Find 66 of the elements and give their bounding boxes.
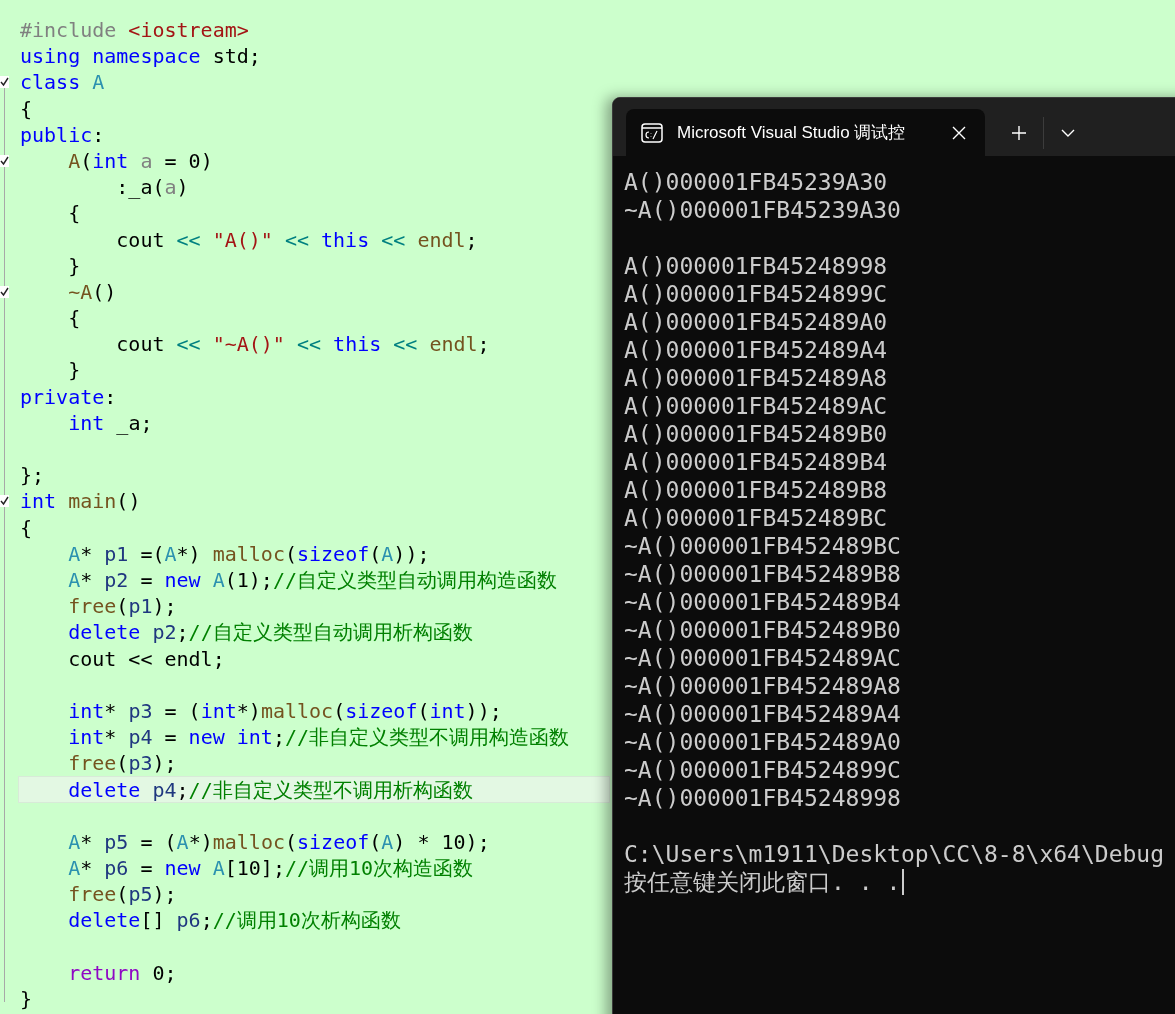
code-line: int* p3 = (int*)malloc(sizeof(int));: [67, 697, 502, 725]
code-line: using namespace std;: [20, 43, 261, 70]
output-line: ~A()000001FB452489A8: [624, 672, 901, 700]
output-line: A()000001FB452489A4: [624, 336, 888, 364]
output-line: 按任意键关闭此窗口. . .: [624, 868, 901, 896]
code-line: A* p6 = new A[10];//调用10次构造函数: [67, 855, 474, 882]
code-line: }: [67, 357, 81, 384]
output-line: A()000001FB45239A30: [624, 168, 888, 196]
code-line: return 0;: [67, 959, 177, 986]
collapse-icon[interactable]: [0, 155, 9, 168]
output-line: A()000001FB4524899C: [624, 280, 888, 308]
output-line: A()000001FB452489AC: [624, 392, 888, 420]
close-icon: [951, 124, 967, 141]
code-line: free(p5);: [67, 881, 177, 908]
code-line: free(p3);: [67, 750, 177, 777]
code-line: A* p5 = (A*)malloc(sizeof(A) * 10);: [67, 828, 490, 855]
tab-title: Microsoft Visual Studio 调试控: [677, 122, 907, 144]
collapse-icon[interactable]: [0, 76, 9, 89]
output-line: ~A()000001FB452489B8: [624, 560, 901, 588]
collapse-icon[interactable]: [0, 285, 9, 298]
code-line: {: [20, 514, 33, 541]
output-line: ~A()000001FB452489B4: [624, 588, 901, 616]
code-line: class A: [20, 69, 105, 96]
code-line: A* p2 = new A(1);//自定义类型自动调用构造函数: [67, 566, 557, 594]
code-line: private:: [20, 383, 117, 410]
code-line: int main(): [20, 488, 141, 515]
console-icon: [641, 122, 663, 143]
output-line: A()000001FB452489A8: [624, 364, 888, 392]
output-line: ~A()000001FB45248998: [624, 784, 901, 812]
code-line: delete p2;//自定义类型自动调用析构函数: [67, 619, 473, 646]
code-line: {: [67, 200, 81, 227]
code-line: }: [67, 252, 81, 279]
code-line: int* p4 = new int;//非自定义类型不调用构造函数: [67, 724, 570, 751]
code-line: {: [20, 95, 33, 122]
code-line: A* p1 =(A*) malloc(sizeof(A));: [67, 540, 430, 567]
output-line: A()000001FB452489BC: [624, 504, 888, 532]
code-line: cout << "A()" << this << endl;: [115, 226, 478, 253]
code-line: int _a;: [67, 409, 153, 436]
code-line: public:: [20, 121, 105, 148]
output-line: ~A()000001FB452489A4: [624, 700, 901, 728]
code-line: };: [20, 462, 45, 489]
code-line: cout << endl;: [67, 645, 225, 672]
code-line: }: [20, 985, 33, 1013]
output-line: A()000001FB452489B4: [624, 448, 888, 476]
output-line: ~A()000001FB452489AC: [624, 644, 901, 672]
output-line: A()000001FB452489B8: [624, 476, 888, 504]
output-line: ~A()000001FB45239A30: [624, 196, 901, 224]
code-line: cout << "~A()" << this << endl;: [115, 331, 490, 358]
code-line: :_a(a): [115, 174, 189, 201]
output-line: ~A()000001FB452489B0: [624, 616, 901, 644]
terminal-tab[interactable]: Microsoft Visual Studio 调试控: [626, 109, 985, 156]
plus-icon: [1011, 124, 1027, 141]
collapse-icon[interactable]: [0, 495, 9, 508]
code-line: ~A(): [67, 278, 117, 306]
output-line: C:\Users\m1911\Desktop\CC\8-8\x64\Debug: [624, 840, 1165, 868]
output-line: ~A()000001FB4524899C: [624, 756, 901, 784]
code-line: #include <iostream>: [20, 17, 249, 44]
code-line: delete[] p6;//调用10次析构函数: [67, 907, 401, 934]
output-line: A()000001FB45248998: [624, 252, 888, 280]
output-line: ~A()000001FB452489A0: [624, 728, 901, 756]
output-line: A()000001FB452489B0: [624, 420, 888, 448]
output-line: ~A()000001FB452489BC: [624, 532, 901, 560]
code-line: A(int a = 0): [67, 147, 213, 175]
code-line: {: [67, 305, 81, 332]
code-line: free(p1);: [67, 593, 177, 620]
output-line: A()000001FB452489A0: [624, 308, 888, 336]
